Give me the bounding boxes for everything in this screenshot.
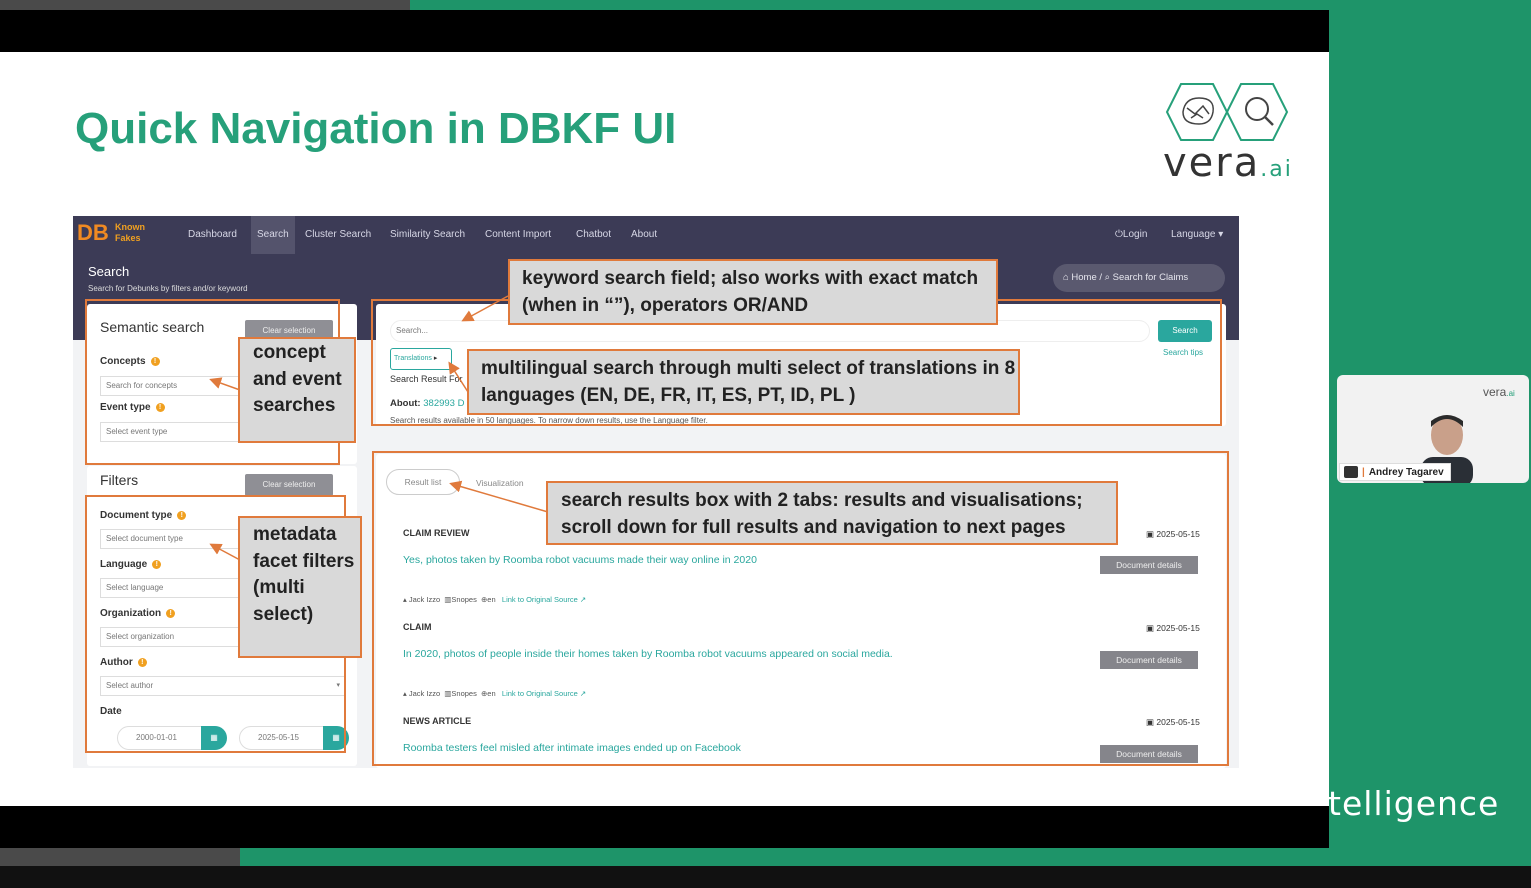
navbar: DB Known Fakes Dashboard Search Cluster … <box>73 216 1239 254</box>
signal-icon <box>1344 466 1358 478</box>
footer-text: telligence <box>1328 784 1500 823</box>
vera-logo-icon <box>1165 83 1289 141</box>
nav-chatbot[interactable]: Chatbot <box>576 216 611 254</box>
callout-concept: concept and event searches <box>238 337 356 443</box>
letterbox-top <box>0 10 1329 52</box>
filters-clear-button[interactable]: Clear selection <box>245 474 333 496</box>
page-title: Search <box>88 264 130 279</box>
callout-results: search results box with 2 tabs: results … <box>546 481 1118 545</box>
breadcrumb: ⌂ Home / ⌕ Search for Claims <box>1053 264 1225 292</box>
dbkf-logo[interactable]: DB Known Fakes <box>77 220 173 248</box>
webcam-tile: vera.ai | Andrey Tagarev <box>1337 375 1529 483</box>
top-strip-accent <box>410 0 1531 10</box>
login-link[interactable]: ⏻Login <box>1115 216 1147 254</box>
nav-dashboard[interactable]: Dashboard <box>188 216 237 254</box>
webcam-logo: vera.ai <box>1483 385 1515 399</box>
caret-down-icon: ▾ <box>1218 229 1224 240</box>
bottom-bar <box>0 866 1531 888</box>
breadcrumb-current: Search for Claims <box>1112 272 1189 283</box>
callout-multilingual: multilingual search through multi select… <box>467 349 1020 415</box>
slide-title: Quick Navigation in DBKF UI <box>75 104 677 153</box>
participant-label: | Andrey Tagarev <box>1339 463 1451 481</box>
bottom-strip-accent <box>240 848 1531 866</box>
callout-keyword: keyword search field; also works with ex… <box>508 259 998 325</box>
breadcrumb-home[interactable]: Home <box>1071 272 1096 283</box>
language-menu[interactable]: Language ▾ <box>1171 216 1223 254</box>
nav-content-import[interactable]: Content Import <box>485 216 551 254</box>
callout-metadata: metadata facet filters (multi select) <box>238 516 362 658</box>
search-icon: ⌕ <box>1104 272 1110 283</box>
nav-search[interactable]: Search <box>251 216 295 254</box>
top-strip <box>0 0 420 10</box>
nav-about[interactable]: About <box>631 216 657 254</box>
letterbox-bottom <box>0 806 1329 848</box>
nav-cluster-search[interactable]: Cluster Search <box>305 216 371 254</box>
filters-title: Filters <box>100 472 139 488</box>
home-icon: ⌂ <box>1063 272 1069 283</box>
power-icon: ⏻ <box>1115 229 1123 240</box>
nav-similarity-search[interactable]: Similarity Search <box>390 216 465 254</box>
page-subtitle: Search for Debunks by filters and/or key… <box>88 284 248 293</box>
vera-logo-text: vera.ai <box>1163 140 1293 186</box>
bottom-strip <box>0 848 250 866</box>
